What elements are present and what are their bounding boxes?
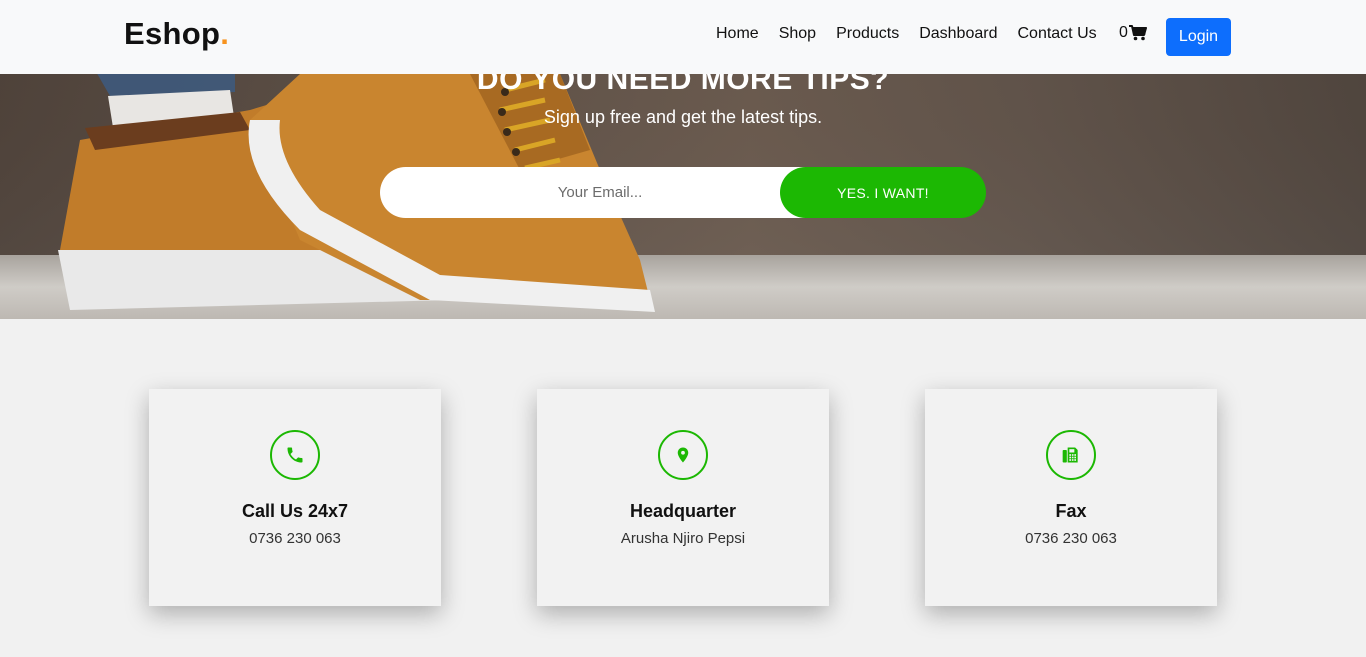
card-title: Headquarter (629, 501, 737, 521)
nav-links: Home Shop Products Dashboard Contact Us (716, 24, 1117, 44)
fax-icon-circle (1046, 430, 1096, 480)
location-pin-icon (677, 447, 689, 463)
hero-subtitle: Sign up free and get the latest tips. (543, 107, 823, 127)
nav-link-products[interactable]: Products (836, 24, 899, 44)
card-title: Fax (1055, 501, 1087, 521)
nav-link-shop[interactable]: Shop (779, 24, 816, 44)
card-value: 0736 230 063 (1025, 530, 1117, 547)
nav-link-home[interactable]: Home (716, 24, 759, 44)
nav-link-dashboard[interactable]: Dashboard (919, 24, 997, 44)
brand-logo[interactable]: Eshop. (124, 16, 229, 52)
brand-dot: . (220, 16, 230, 51)
fax-icon (1062, 447, 1078, 463)
top-navbar: Eshop. Home Shop Products Dashboard Cont… (0, 0, 1366, 74)
card-value: Arusha Njiro Pepsi (620, 530, 746, 547)
cart-count: 0 (1119, 24, 1128, 41)
contact-card-fax: Fax 0736 230 063 (925, 389, 1217, 606)
phone-icon-circle (270, 430, 320, 480)
email-input[interactable] (380, 167, 820, 218)
brand-name: Eshop (124, 16, 221, 51)
newsletter-form: YES. I WANT! (380, 167, 986, 218)
contact-card-call: Call Us 24x7 0736 230 063 (149, 389, 441, 606)
shopping-cart-icon (1128, 25, 1147, 41)
cart-link[interactable]: 0 (1119, 24, 1147, 42)
login-button[interactable]: Login (1166, 18, 1231, 56)
nav-link-contact-us[interactable]: Contact Us (1017, 24, 1096, 44)
contact-card-headquarter: Headquarter Arusha Njiro Pepsi (537, 389, 829, 606)
phone-icon (287, 447, 303, 463)
location-icon-circle (658, 430, 708, 480)
subscribe-button[interactable]: YES. I WANT! (780, 167, 986, 218)
card-value: 0736 230 063 (249, 530, 341, 547)
card-title: Call Us 24x7 (241, 501, 349, 521)
